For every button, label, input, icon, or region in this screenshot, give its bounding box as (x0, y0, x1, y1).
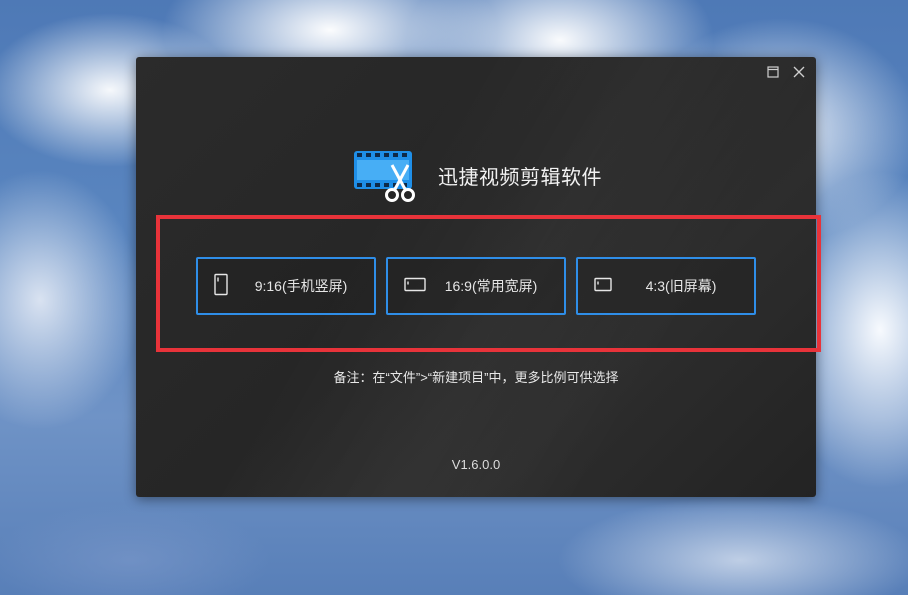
note-text: 备注：在“文件”>“新建项目”中，更多比例可供选择 (333, 370, 619, 385)
close-icon[interactable] (792, 65, 806, 79)
film-scissors-logo-icon (354, 147, 418, 203)
restore-icon[interactable] (766, 65, 780, 79)
ratio-button-9-16[interactable]: 9:16(手机竖屏) (196, 257, 376, 315)
app-window: 迅捷视频剪辑软件 9:16(手机竖屏) 16:9(常用宽屏) 4:3(旧屏幕) (136, 57, 816, 497)
widescreen-icon (404, 277, 426, 295)
app-title: 迅捷视频剪辑软件 (438, 166, 602, 189)
portrait-screen-icon (214, 273, 228, 299)
standard-screen-icon (594, 277, 612, 295)
ratio-button-16-9[interactable]: 16:9(常用宽屏) (386, 257, 566, 315)
brand-header: 迅捷视频剪辑软件 (354, 147, 602, 203)
version-label: V1.6.0.0 (451, 457, 501, 472)
window-controls (766, 65, 806, 79)
ratio-button-4-3[interactable]: 4:3(旧屏幕) (576, 257, 756, 315)
